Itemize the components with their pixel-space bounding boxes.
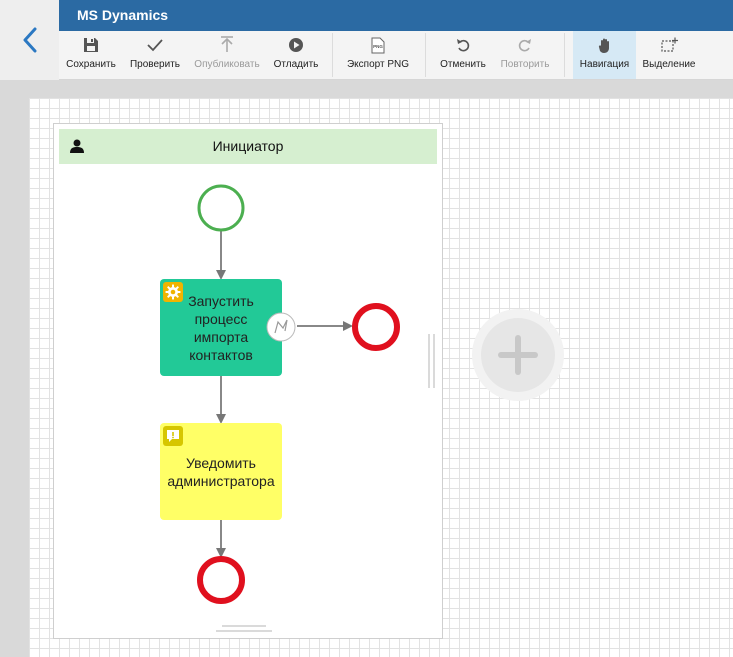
task-notify-admin[interactable]: Уведомить администратора (160, 423, 282, 520)
error-boundary-icon[interactable] (266, 312, 296, 342)
task-import-contacts[interactable]: Запустить процесс импорта контактов (160, 279, 282, 376)
task-label: Запустить процесс импорта контактов (188, 292, 254, 363)
message-icon (163, 426, 183, 446)
start-event[interactable] (197, 184, 245, 232)
gear-icon (163, 282, 183, 302)
task-label: Уведомить администратора (167, 454, 275, 489)
flow-connectors (197, 184, 435, 632)
end-event[interactable] (352, 303, 400, 351)
add-pool-button[interactable] (472, 309, 564, 401)
plus-icon (498, 335, 538, 375)
end-event[interactable] (197, 556, 245, 604)
